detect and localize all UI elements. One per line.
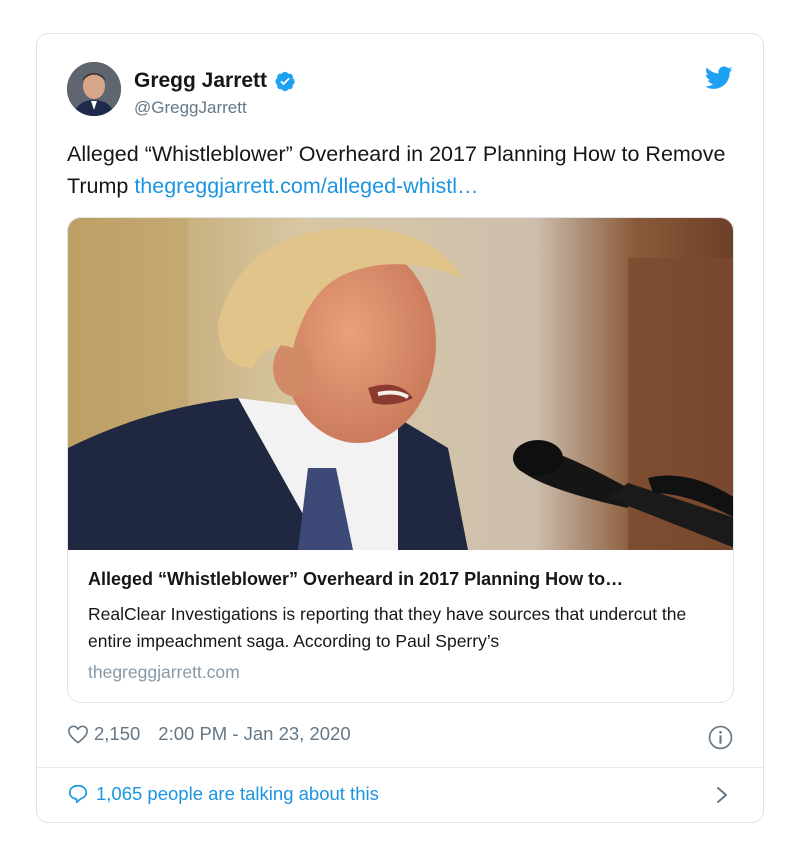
author-handle[interactable]: @GreggJarrett (134, 98, 247, 118)
timestamp[interactable]: 2:00 PM - Jan 23, 2020 (158, 723, 350, 745)
author-name-text[interactable]: Gregg Jarrett (134, 69, 267, 93)
speech-bubble-icon (68, 784, 88, 804)
tweet-meta: 2,150 2:00 PM - Jan 23, 2020 (67, 723, 351, 745)
tweet-text: Alleged “Whistleblower” Overheard in 201… (67, 138, 737, 202)
author-name[interactable]: Gregg Jarrett (134, 69, 296, 93)
chevron-right-icon[interactable] (715, 786, 729, 804)
preview-description: RealClear Investigations is reporting th… (88, 604, 687, 651)
preview-image[interactable] (68, 218, 734, 550)
info-icon[interactable] (708, 725, 733, 750)
heart-icon[interactable] (67, 724, 89, 744)
preview-title[interactable]: Alleged “Whistleblower” Overheard in 201… (88, 569, 713, 590)
verified-badge-icon (275, 71, 295, 92)
tweet-embed-card[interactable]: Gregg Jarrett @GreggJarrett Alleged “Whi… (36, 33, 764, 823)
conversation-link[interactable]: 1,065 people are talking about this (67, 783, 379, 805)
like-count[interactable]: 2,150 (94, 723, 140, 745)
preview-domain: thegreggjarrett.com (88, 662, 240, 682)
avatar[interactable] (67, 62, 121, 116)
tweet-link[interactable]: thegreggjarrett.com/alleged-whistl… (134, 174, 478, 198)
divider (37, 767, 763, 768)
twitter-bird-icon[interactable] (705, 66, 733, 90)
talking-text[interactable]: 1,065 people are talking about this (96, 783, 379, 805)
link-preview-card[interactable]: Alleged “Whistleblower” Overheard in 201… (67, 217, 734, 703)
